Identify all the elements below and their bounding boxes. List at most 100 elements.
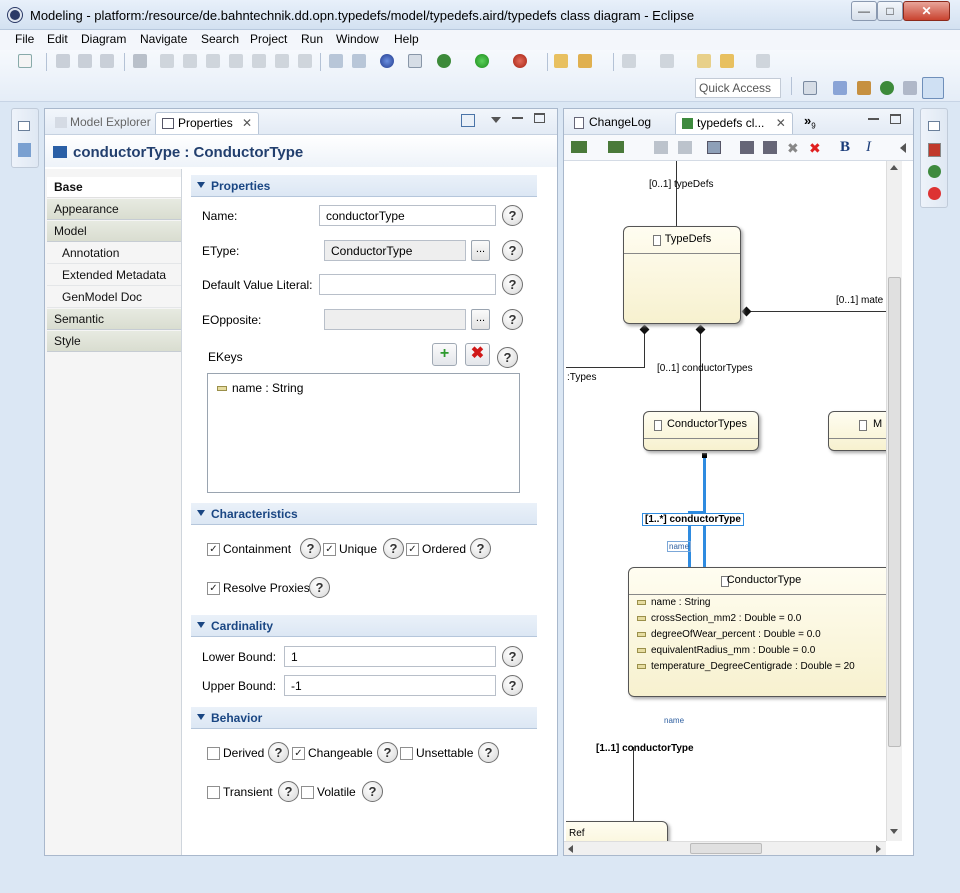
terminate-icon[interactable] <box>206 54 220 68</box>
sidebar-item-genmodel-doc[interactable]: GenModel Doc <box>47 287 181 308</box>
tab-model-explorer[interactable]: Model Explorer <box>49 112 157 134</box>
attribute-row[interactable]: name : String <box>637 597 710 608</box>
add-ekey-button[interactable]: + <box>432 343 457 366</box>
menu-run[interactable]: Run <box>301 32 323 46</box>
lower-bound-field[interactable]: 1 <box>284 646 496 667</box>
help-icon[interactable]: ? <box>502 646 523 667</box>
maximize-button[interactable]: □ <box>877 1 903 21</box>
minimize-editor-icon[interactable] <box>868 118 879 120</box>
horizontal-scrollbar[interactable] <box>564 841 886 855</box>
node-ref[interactable]: Ref <box>566 821 668 841</box>
menu-navigate[interactable]: Navigate <box>140 32 187 46</box>
sidebar-item-model[interactable]: Model <box>47 221 181 242</box>
eopposite-field[interactable] <box>324 309 466 330</box>
transient-checkbox[interactable] <box>207 786 220 799</box>
mate-edge[interactable] <box>742 311 886 312</box>
edge-label-name-2[interactable]: name <box>664 716 684 725</box>
close-tab-icon[interactable]: ✕ <box>776 116 786 130</box>
sidebar-item-style[interactable]: Style <box>47 331 181 352</box>
italic-button[interactable]: I <box>866 139 871 156</box>
suspend-icon[interactable] <box>183 54 197 68</box>
globe-icon[interactable] <box>380 54 394 68</box>
help-icon[interactable]: ? <box>300 538 321 559</box>
unsettable-checkbox[interactable] <box>400 747 413 760</box>
back-arrow-icon[interactable] <box>697 54 711 68</box>
outline-icon[interactable] <box>18 143 31 157</box>
sidebar-item-extended-metadata[interactable]: Extended Metadata <box>47 265 181 286</box>
help-icon[interactable]: ? <box>278 781 299 802</box>
git-perspective-icon[interactable] <box>857 81 871 95</box>
edge-label-name[interactable]: name <box>667 541 692 552</box>
forward-icon[interactable] <box>756 54 770 68</box>
close-tab-icon[interactable]: ✕ <box>242 116 252 130</box>
resolve-proxies-checkbox[interactable]: ✓ <box>207 582 220 595</box>
binary-icon[interactable] <box>133 54 147 68</box>
tab-overflow-button[interactable]: »9 <box>804 113 816 131</box>
section-cardinality-header[interactable]: Cardinality <box>191 615 537 637</box>
attribute-row[interactable]: degreeOfWear_percent : Double = 0.0 <box>637 629 821 640</box>
pin-view-icon[interactable] <box>461 114 475 127</box>
tab-properties[interactable]: Properties ✕ <box>155 112 260 134</box>
node-m[interactable]: M <box>828 411 886 451</box>
resume-icon[interactable] <box>160 54 174 68</box>
containment-checkbox[interactable]: ✓ <box>207 543 220 556</box>
open-folder-icon[interactable] <box>554 54 568 68</box>
previous-annotation-icon[interactable] <box>660 54 674 68</box>
maximize-editor-icon[interactable] <box>890 114 901 124</box>
edge-label-types[interactable]: :Types <box>567 372 596 383</box>
back-icon[interactable] <box>720 54 734 68</box>
help-icon[interactable]: ? <box>470 538 491 559</box>
scroll-left-icon[interactable] <box>900 143 906 153</box>
scroll-left-icon[interactable] <box>568 845 573 853</box>
sidebar-item-base[interactable]: Base <box>47 177 181 198</box>
hide-label-icon[interactable] <box>763 141 777 154</box>
help-icon[interactable]: ? <box>309 577 330 598</box>
debug-icon[interactable] <box>437 54 451 68</box>
run-icon[interactable] <box>475 54 489 68</box>
volatile-checkbox[interactable] <box>301 786 314 799</box>
team-perspective-icon[interactable] <box>903 81 917 95</box>
external-tools-icon[interactable] <box>513 54 527 68</box>
name-field[interactable]: conductorType <box>319 205 496 226</box>
restore-icon[interactable] <box>928 121 940 131</box>
edge-label-conductor-types[interactable]: [0..1] conductorTypes <box>657 363 753 374</box>
next-annotation-icon[interactable] <box>622 54 636 68</box>
node-typedefs[interactable]: TypeDefs <box>623 226 741 324</box>
help-icon[interactable]: ? <box>478 742 499 763</box>
types-edge-horizontal[interactable] <box>566 367 645 368</box>
new-icon[interactable] <box>18 54 32 68</box>
attribute-row[interactable]: temperature_DegreeCentigrade : Double = … <box>637 661 855 672</box>
edge-label-typedefs[interactable]: [0..1] typeDefs <box>649 179 713 190</box>
tab-changelog[interactable]: ChangeLog <box>568 112 657 134</box>
default-value-field[interactable] <box>319 274 496 295</box>
view-menu-icon[interactable] <box>491 117 501 123</box>
help-icon[interactable]: ? <box>362 781 383 802</box>
diagram-canvas[interactable]: [0..1] typeDefs [0..1] mate :Types [0..1… <box>566 161 886 841</box>
attribute-row[interactable]: equivalentRadius_mm : Double = 0.0 <box>637 645 815 656</box>
help-icon[interactable]: ? <box>502 274 523 295</box>
bold-button[interactable]: B <box>840 139 850 156</box>
unique-checkbox[interactable]: ✓ <box>323 543 336 556</box>
scrollbar-thumb[interactable] <box>888 277 901 747</box>
scroll-up-icon[interactable] <box>890 165 898 170</box>
arrange-icon[interactable] <box>571 141 587 153</box>
quick-access-input[interactable]: Quick Access <box>695 78 781 98</box>
help-icon[interactable]: ? <box>383 538 404 559</box>
typedefs-incoming-edge[interactable] <box>676 161 677 227</box>
derived-checkbox[interactable] <box>207 747 220 760</box>
edge-label-conductor-type-selected[interactable]: [1..*] conductorType <box>642 513 744 526</box>
help-icon[interactable]: ? <box>502 205 523 226</box>
node-conductor-type[interactable]: ConductorType name : String crossSection… <box>628 567 886 697</box>
modeling-perspective-icon[interactable] <box>922 77 944 99</box>
menu-edit[interactable]: Edit <box>47 32 68 46</box>
sidebar-item-appearance[interactable]: Appearance <box>47 199 181 220</box>
scroll-down-icon[interactable] <box>890 829 898 834</box>
node-conductor-types[interactable]: ConductorTypes <box>643 411 759 451</box>
help-icon[interactable]: ? <box>502 240 523 261</box>
step-into-icon[interactable] <box>252 54 266 68</box>
copy-format-icon[interactable] <box>707 141 721 154</box>
ekeys-list[interactable]: name : String <box>207 373 520 493</box>
menu-diagram[interactable]: Diagram <box>81 32 126 46</box>
minimize-button[interactable]: — <box>851 1 877 21</box>
use-step-filters-icon[interactable] <box>329 54 343 68</box>
